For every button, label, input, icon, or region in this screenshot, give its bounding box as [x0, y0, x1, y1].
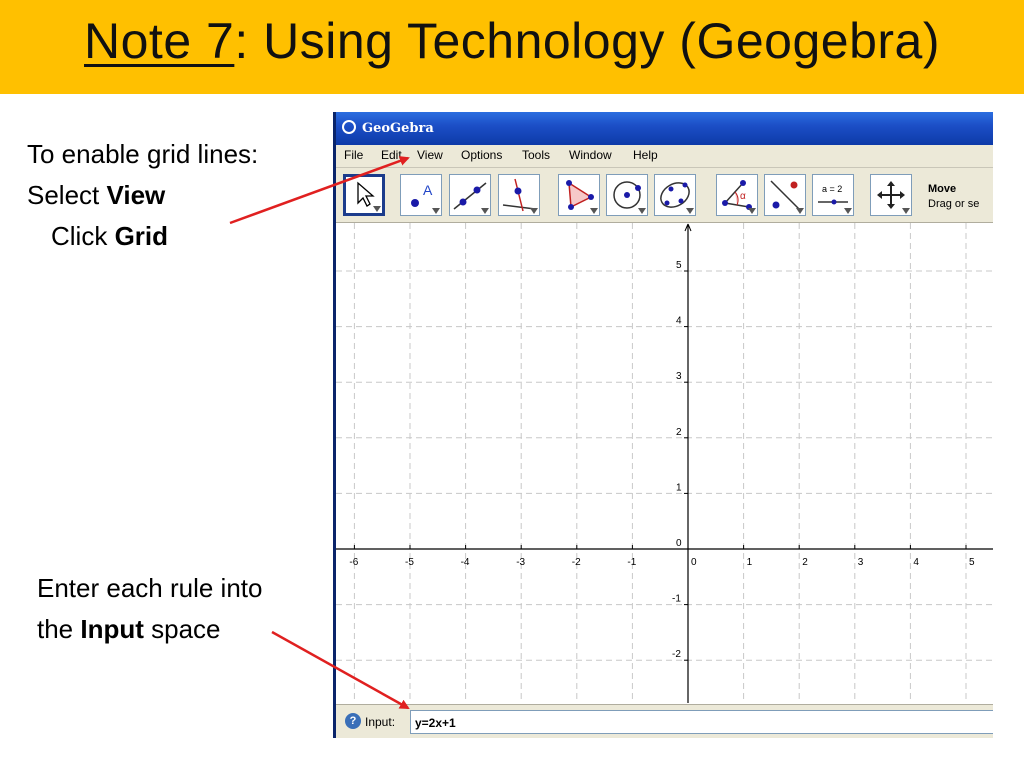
menu-options[interactable]: Options — [461, 148, 502, 162]
tool-move[interactable] — [343, 174, 385, 216]
y-tick-label: 4 — [676, 316, 682, 327]
tool-reflect[interactable] — [764, 174, 806, 216]
menu-window[interactable]: Window — [569, 148, 612, 162]
input-bar: ? Input: y=2x+1 — [336, 704, 993, 738]
x-tick-label: 3 — [858, 557, 864, 568]
title-note-number: Note 7 — [84, 13, 235, 69]
x-tick-label: 5 — [969, 557, 975, 568]
x-tick-label: -3 — [516, 557, 525, 568]
input-instruction-line2: the Input space — [37, 609, 262, 650]
x-tick-label: -4 — [461, 557, 470, 568]
y-tick-label: 5 — [676, 260, 682, 271]
tool-circle[interactable] — [606, 174, 648, 216]
y-tick-label: 1 — [676, 482, 682, 493]
y-tick-label: 0 — [676, 538, 682, 549]
y-tick-label: 3 — [676, 371, 682, 382]
x-tick-label: -2 — [572, 557, 581, 568]
window-titlebar[interactable]: GeoGebra — [336, 112, 993, 145]
angle-symbol: α — [740, 191, 746, 202]
input-keyword: Input — [80, 614, 144, 644]
click-text: Click — [51, 221, 115, 251]
x-tick-label: -6 — [349, 557, 358, 568]
title-bar: Note 7: Using Technology (Geogebra) — [0, 0, 1024, 94]
x-tick-label: 0 — [691, 557, 697, 568]
select-text: Select — [27, 180, 107, 210]
grid-instructions: To enable grid lines: Select View Click … — [27, 134, 258, 257]
x-tick-label: 4 — [913, 557, 919, 568]
space-text: space — [143, 614, 221, 644]
input-instructions: Enter each rule into the Input space — [37, 568, 262, 650]
input-instruction-line1: Enter each rule into — [37, 573, 263, 603]
tool-help-description: Drag or se — [928, 198, 980, 210]
menu-view[interactable]: View — [417, 148, 443, 162]
tool-new-point[interactable]: A — [400, 174, 442, 216]
toolbar: A α a = 2 Move Drag or se — [336, 168, 993, 223]
graphics-view[interactable]: -6 -5 -4 -3 -2 -1 0 1 2 3 4 5 5 4 3 2 1 0 -1 -2 — [336, 223, 993, 703]
menu-edit[interactable]: Edit — [381, 148, 402, 162]
input-label: Input: — [365, 715, 396, 729]
tool-line[interactable] — [449, 174, 491, 216]
tool-polygon[interactable] — [558, 174, 600, 216]
grid-instruction-line1: To enable grid lines: — [27, 139, 259, 169]
title-text: : Using Technology (Geogebra) — [234, 13, 940, 69]
x-tick-label: -1 — [627, 557, 636, 568]
input-field[interactable]: y=2x+1 — [410, 710, 993, 734]
menu-file[interactable]: File — [344, 148, 363, 162]
window-title: GeoGebra — [362, 121, 434, 136]
menu-bar: File Edit View Options Tools Window Help — [336, 145, 993, 168]
grid-keyword: Grid — [114, 221, 169, 251]
x-tick-label: 2 — [802, 557, 808, 568]
tool-move-graphics[interactable] — [870, 174, 912, 216]
menu-help[interactable]: Help — [633, 148, 658, 162]
tool-conic[interactable] — [654, 174, 696, 216]
slide-title: Note 7: Using Technology (Geogebra) — [0, 12, 1024, 70]
help-icon[interactable]: ? — [345, 713, 361, 729]
y-tick-label: -2 — [672, 649, 681, 660]
grid-instruction-line3: Click Grid — [27, 216, 258, 257]
grid-instruction-line2: Select View — [27, 175, 258, 216]
point-label: A — [423, 182, 433, 198]
tool-help-text: Move Drag or se — [928, 182, 979, 212]
geogebra-logo-icon — [342, 120, 356, 134]
x-tick-label: 1 — [747, 557, 753, 568]
geogebra-window: GeoGebra File Edit View Options Tools Wi… — [333, 112, 993, 738]
graph-grid: -6 -5 -4 -3 -2 -1 0 1 2 3 4 5 5 4 3 2 1 0 -1 -2 — [336, 223, 993, 703]
x-tick-label: -5 — [405, 557, 414, 568]
tool-angle[interactable]: α — [716, 174, 758, 216]
slider-label: a = 2 — [822, 184, 842, 194]
y-tick-label: 2 — [676, 427, 682, 438]
tool-help-name: Move — [928, 183, 957, 195]
tool-slider[interactable]: a = 2 — [812, 174, 854, 216]
the-text: the — [37, 614, 81, 644]
view-keyword: View — [106, 180, 166, 210]
menu-tools[interactable]: Tools — [522, 148, 550, 162]
y-tick-label: -1 — [672, 594, 681, 605]
tool-perpendicular[interactable] — [498, 174, 540, 216]
